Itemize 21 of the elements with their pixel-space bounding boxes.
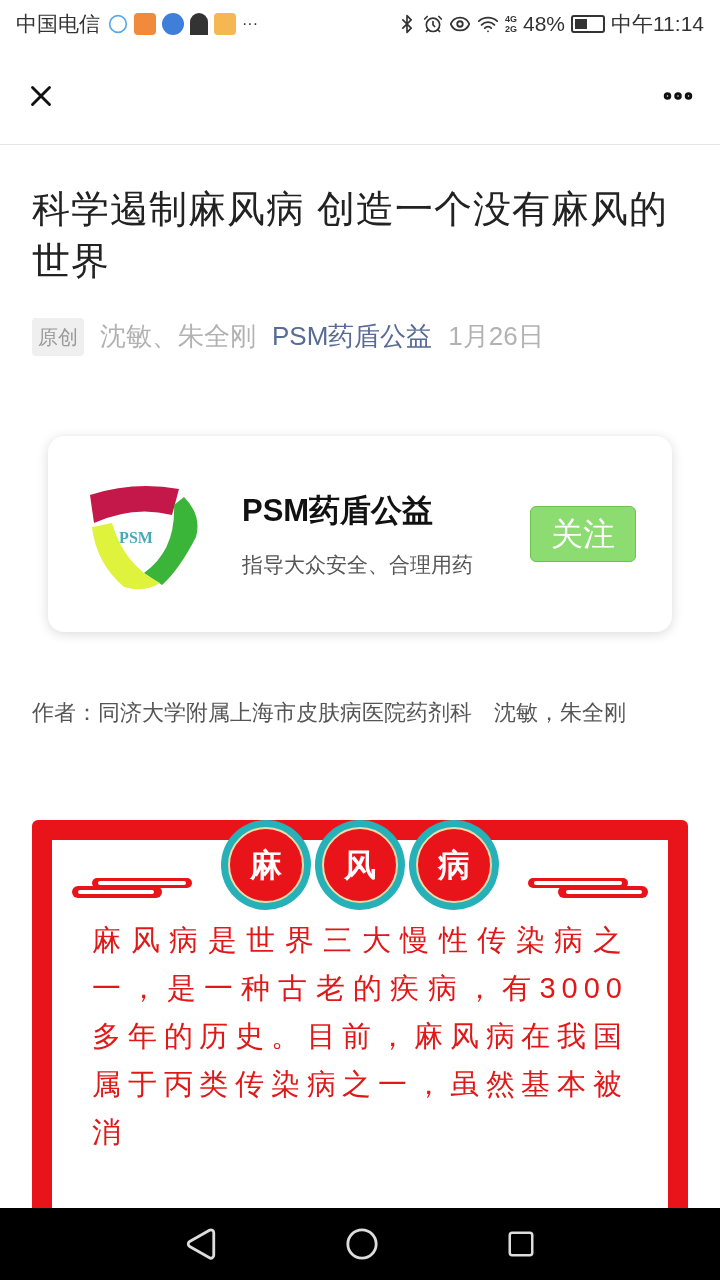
recents-icon[interactable]	[506, 1229, 537, 1259]
account-description: 指导大众安全、合理用药	[242, 551, 474, 578]
banner-paragraph: 麻风病是世界三大慢性传染病之一，是一种古老的疾病，有3000多年的历史。目前，麻风病在我国属于丙类传染病之一，虽然基本被消	[92, 923, 628, 1150]
battery-icon	[571, 15, 605, 33]
article-title: 科学遏制麻风病 创造一个没有麻风的世界	[32, 187, 669, 284]
time-text: 中午11:14	[611, 11, 704, 38]
account-link[interactable]: PSM药盾公益	[272, 317, 433, 356]
carrier-text: 中国电信	[16, 11, 100, 38]
publish-date: 1月26日	[448, 320, 544, 353]
home-icon[interactable]	[345, 1227, 379, 1261]
original-badge: 原创	[32, 317, 84, 356]
ribbon-ornament-icon	[528, 876, 648, 898]
author-names: 沈敏、朱全刚	[100, 320, 256, 353]
alarm-icon	[422, 14, 443, 34]
account-name: PSM药盾公益	[242, 492, 435, 530]
battery-text: 48%	[522, 11, 565, 38]
author-line: 作者：同济大学附属上海市皮肤病医院药剂科 沈敏，朱全刚	[32, 699, 627, 727]
network-text: 4G 2G	[504, 14, 517, 34]
ribbon-ornament-icon	[72, 876, 192, 898]
account-card[interactable]: PSM PSM药盾公益 指导大众安全、合理用药 关注	[48, 436, 672, 632]
more-notifications-text: ···	[242, 14, 258, 34]
